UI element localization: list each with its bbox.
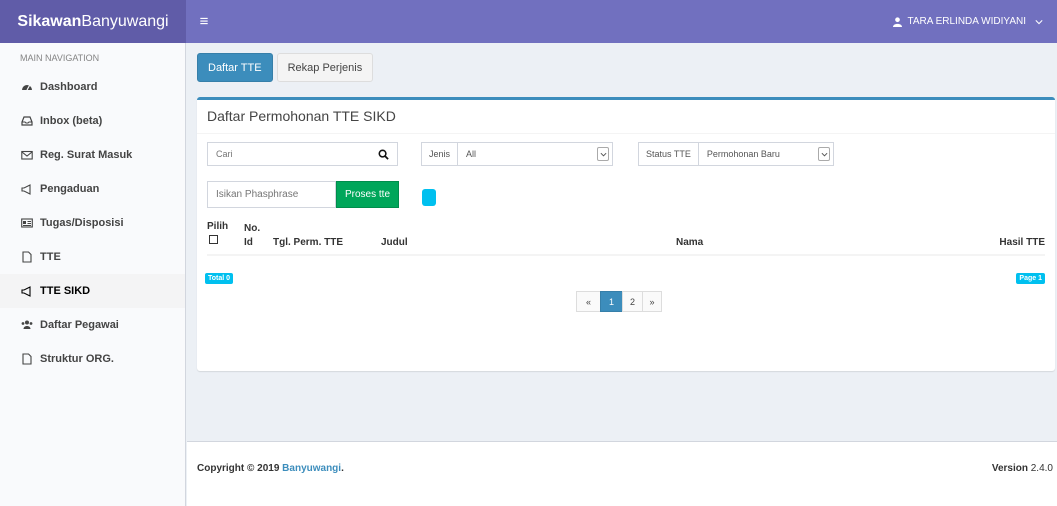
- table-header: Pilih No. Id Tgl. Perm. TTE Judul Nama H…: [207, 221, 1045, 256]
- sidebar-item-daftar-pegawai[interactable]: Daftar Pegawai: [0, 308, 185, 342]
- logo-bold-text: Sikawan: [17, 12, 82, 30]
- sidebar-toggle-button[interactable]: ≡: [186, 0, 222, 43]
- sidebar-item-label: TTE SIKD: [40, 285, 91, 297]
- logo-text: Banyuwangi: [81, 12, 169, 30]
- sidebar-item-tte-sikd[interactable]: TTE SIKD: [0, 274, 185, 308]
- status-label: Status TTE: [639, 143, 699, 165]
- select-all-checkbox[interactable]: [209, 235, 218, 247]
- col-pilih: Pilih: [207, 221, 229, 232]
- tab-rekap-perjenis[interactable]: Rekap Perjenis: [276, 53, 374, 82]
- total-badge: Total 0: [205, 273, 234, 284]
- page-badge: Page 1: [1016, 273, 1045, 284]
- pagination-next[interactable]: »: [642, 291, 662, 312]
- sidebar-item-label: Struktur ORG.: [40, 353, 114, 365]
- chevron-down-icon: [597, 147, 609, 161]
- proses-tte-button[interactable]: Proses tte: [336, 181, 400, 208]
- version-value: 2.4.0: [1027, 463, 1053, 474]
- tab-daftar-tte[interactable]: Daftar TTE: [197, 53, 273, 82]
- sidebar-item-struktur-org[interactable]: Struktur ORG.: [0, 342, 185, 376]
- col-tgl-perm-tte: Tgl. Perm. TTE: [273, 237, 344, 248]
- jenis-label: Jenis: [422, 143, 459, 165]
- user-menu[interactable]: TARA ERLINDA WIDIYANI: [893, 16, 1057, 27]
- hamburger-icon: ≡: [199, 13, 209, 30]
- pagination-page-2[interactable]: 2: [622, 291, 643, 312]
- chevron-down-icon: [818, 147, 830, 161]
- status-select-group: Status TTE Permohonan Baru: [638, 142, 834, 166]
- divider: [197, 133, 1055, 134]
- status-value: Permohonan Baru: [706, 149, 780, 159]
- jenis-select-group: Jenis All: [421, 142, 613, 166]
- tab-buttons: Daftar TTE Rekap Perjenis: [197, 53, 374, 82]
- sidebar-item-label: Daftar Pegawai: [40, 319, 119, 331]
- col-judul: Judul: [381, 237, 408, 248]
- user-name: TARA ERLINDA WIDIYANI: [907, 16, 1026, 27]
- dashboard-icon: [20, 81, 33, 94]
- inbox-icon: [20, 115, 33, 128]
- sidebar-item-label: Reg. Surat Masuk: [40, 149, 133, 161]
- sidebar: MAIN NAVIGATION Dashboard Inbox (beta) R…: [0, 43, 186, 506]
- checkbox[interactable]: [209, 235, 218, 244]
- sidebar-item-label: Tugas/Disposisi: [40, 217, 124, 229]
- main-footer: Copyright © 2019 Banyuwangi. Version 2.4…: [187, 441, 1057, 506]
- envelope-icon: [20, 149, 33, 162]
- search-group: [207, 142, 398, 166]
- search-button[interactable]: [373, 149, 393, 160]
- copyright-suffix: .: [341, 463, 344, 474]
- info-button[interactable]: [422, 189, 436, 206]
- pagination-prev[interactable]: «: [576, 291, 601, 312]
- sidebar-item-tugas-disposisi[interactable]: Tugas/Disposisi: [0, 206, 185, 240]
- copyright: Copyright © 2019 Banyuwangi.: [197, 463, 344, 474]
- main-header: Sikawan Banyuwangi ≡ TARA ERLINDA WIDIYAN…: [0, 0, 1057, 43]
- file-icon: [20, 251, 33, 264]
- col-id: Id: [244, 237, 253, 248]
- users-icon: [20, 319, 33, 332]
- sidebar-item-label: Inbox (beta): [40, 115, 103, 127]
- sidebar-item-label: Dashboard: [40, 81, 98, 93]
- megaphone-icon: [20, 285, 33, 298]
- chevron-down-icon: [1035, 19, 1043, 24]
- navbar: ≡ TARA ERLINDA WIDIYANI: [186, 0, 1057, 43]
- pagination: « 1 2 »: [576, 291, 662, 312]
- megaphone-icon: [20, 183, 33, 196]
- app-logo[interactable]: Sikawan Banyuwangi: [0, 0, 186, 43]
- version-label: Version: [991, 463, 1028, 474]
- pagination-page-1[interactable]: 1: [600, 291, 623, 312]
- sidebar-item-tte[interactable]: TTE: [0, 240, 185, 274]
- nav-header: MAIN NAVIGATION: [20, 53, 100, 63]
- sidebar-item-label: Pengaduan: [40, 183, 100, 195]
- sidebar-item-reg-surat-masuk[interactable]: Reg. Surat Masuk: [0, 138, 185, 172]
- col-no: No.: [244, 223, 261, 234]
- content-wrapper: Daftar TTE Rekap Perjenis Daftar Permoho…: [187, 43, 1057, 441]
- passphrase-group: Proses tte: [207, 181, 400, 208]
- jenis-value: All: [466, 149, 477, 159]
- id-card-icon: [20, 217, 33, 230]
- sidebar-item-pengaduan[interactable]: Pengaduan: [0, 172, 185, 206]
- col-nama: Nama: [676, 237, 704, 248]
- status-select[interactable]: Permohonan Baru: [699, 143, 833, 165]
- file-icon: [20, 353, 33, 366]
- tte-box: Daftar Permohonan TTE SIKD Jenis All Sta…: [197, 97, 1055, 371]
- jenis-select[interactable]: All: [458, 143, 612, 165]
- col-hasil-tte: Hasil TTE: [999, 237, 1045, 248]
- box-title: Daftar Permohonan TTE SIKD: [207, 108, 396, 124]
- passphrase-input[interactable]: [207, 181, 336, 208]
- version: Version 2.4.0: [992, 463, 1053, 474]
- copyright-link[interactable]: Banyuwangi: [282, 463, 341, 474]
- sidebar-item-label: TTE: [40, 251, 61, 263]
- sidebar-item-dashboard[interactable]: Dashboard: [0, 70, 185, 104]
- search-icon: [378, 149, 389, 160]
- user-icon: [893, 16, 903, 27]
- sidebar-item-inbox[interactable]: Inbox (beta): [0, 104, 185, 138]
- search-input[interactable]: [208, 149, 373, 159]
- copyright-text: Copyright © 2019: [197, 463, 283, 474]
